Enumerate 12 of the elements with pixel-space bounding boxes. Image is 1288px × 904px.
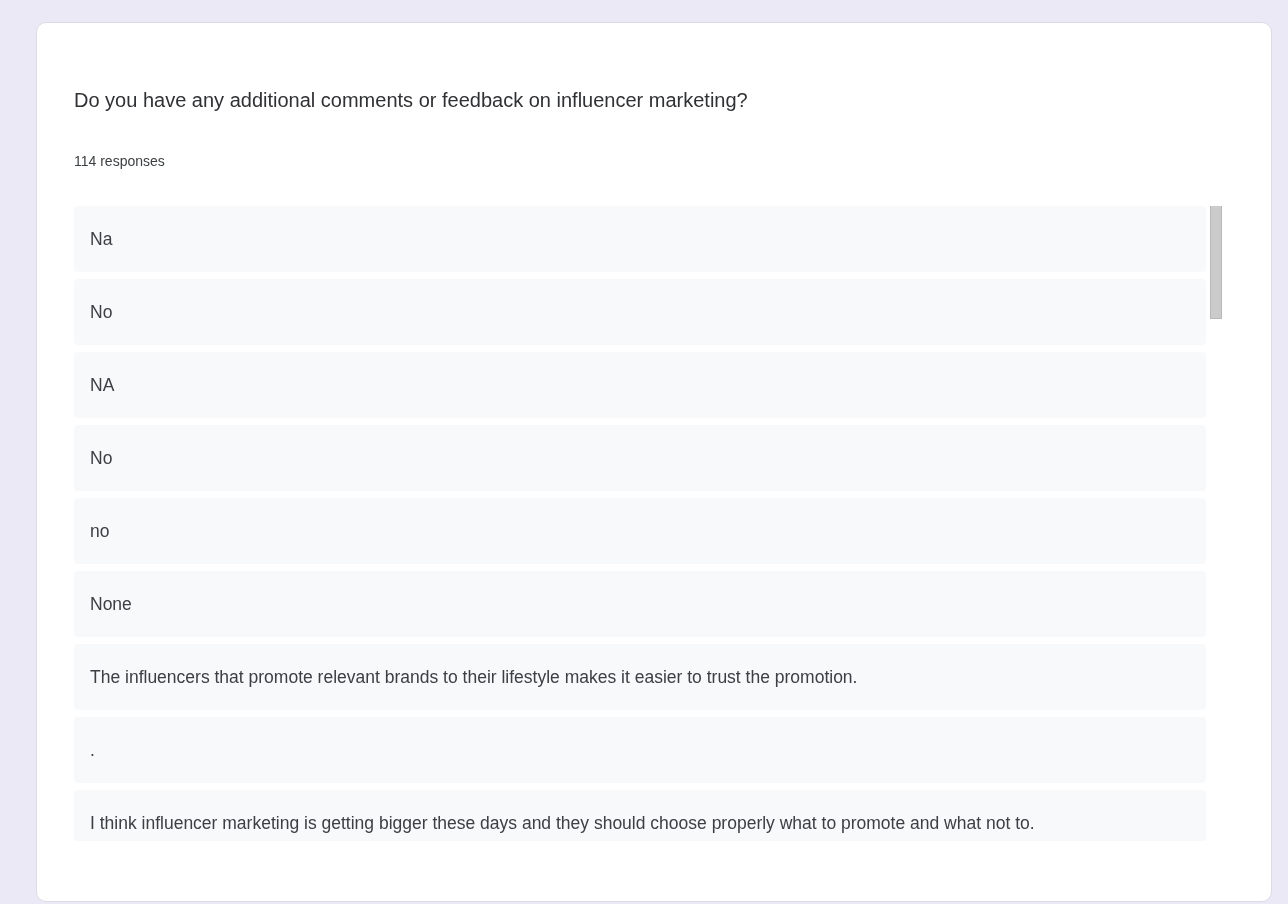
scrollbar-thumb[interactable] bbox=[1210, 206, 1222, 319]
response-count: 114 responses bbox=[74, 153, 166, 169]
response-item: no bbox=[74, 498, 1206, 564]
question-title: Do you have any additional comments or feedback on influencer marketing? bbox=[74, 89, 749, 112]
response-item: No bbox=[74, 425, 1206, 491]
response-item: The influencers that promote relevant brands to their lifestyle makes it easier to trust the promotion. bbox=[74, 644, 1206, 710]
response-item: NA bbox=[74, 352, 1206, 418]
response-item: None bbox=[74, 571, 1206, 637]
response-item: I think influencer marketing is getting bigger these days and they should choose properly what to promote and what not to. bbox=[74, 790, 1206, 841]
response-item: No bbox=[74, 279, 1206, 345]
response-item: . bbox=[74, 717, 1206, 783]
response-item: Na bbox=[74, 206, 1206, 272]
